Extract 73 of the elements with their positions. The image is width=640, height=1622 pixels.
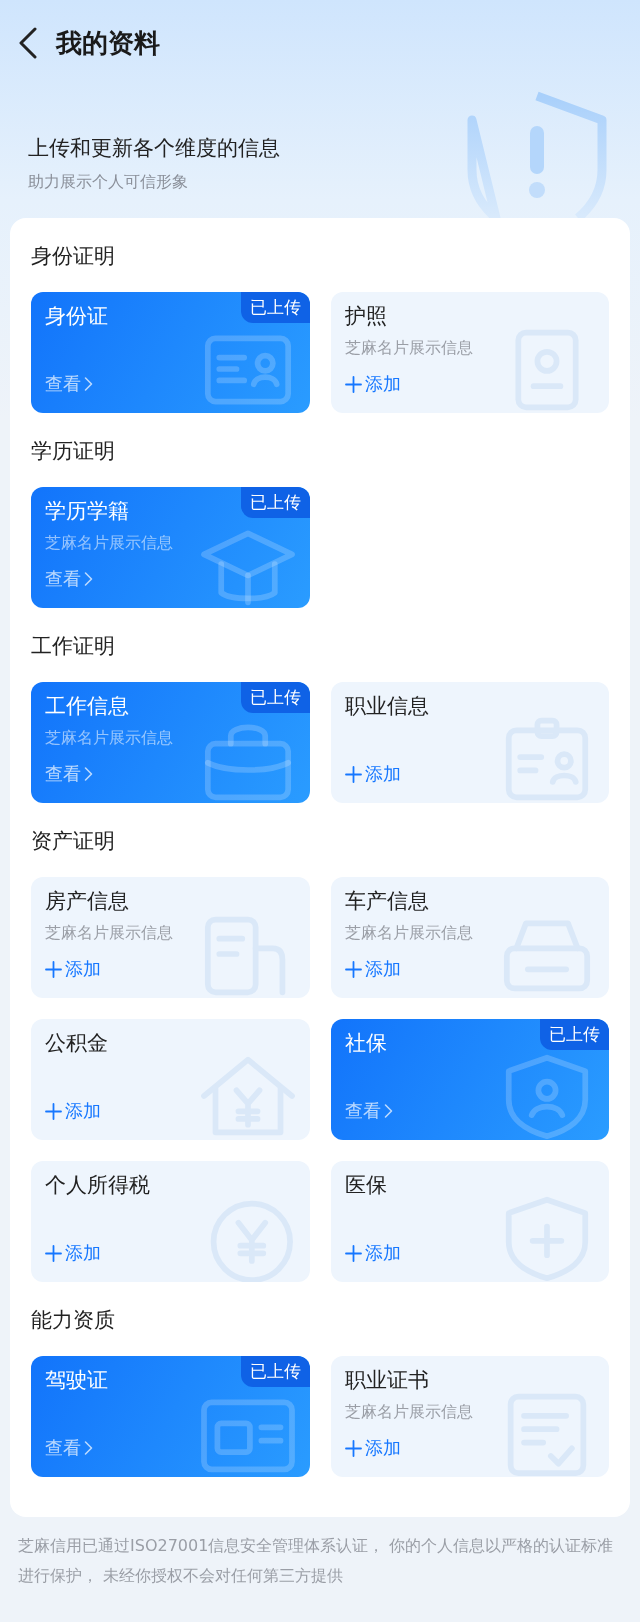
uploaded-badge: 已上传 xyxy=(240,487,310,518)
add-link[interactable]: 添加 xyxy=(45,1099,101,1123)
card-title: 护照 xyxy=(344,303,387,330)
section-title: 资产证明 xyxy=(31,828,116,855)
plus-icon xyxy=(344,1439,362,1457)
plus-icon xyxy=(344,1244,362,1262)
view-link[interactable]: 查看 xyxy=(45,762,93,786)
card-title: 工作信息 xyxy=(45,693,129,720)
document-card[interactable]: 护照 芝麻名片展示信息 添加 xyxy=(330,292,609,413)
chevron-right-icon xyxy=(383,1103,393,1119)
card-title: 学历学籍 xyxy=(45,498,129,525)
add-link[interactable]: 添加 xyxy=(344,372,401,396)
card-subtitle: 芝麻名片展示信息 xyxy=(45,922,173,944)
section-title: 学历证明 xyxy=(31,438,116,465)
plus-icon xyxy=(344,765,362,783)
card-title: 个人所得税 xyxy=(45,1172,150,1199)
document-card[interactable]: 医保 添加 xyxy=(330,1161,609,1282)
document-card[interactable]: 身份证 已上传 查看 xyxy=(31,292,310,413)
document-card[interactable]: 职业信息 添加 xyxy=(330,682,609,803)
document-card[interactable]: 工作信息 芝麻名片展示信息 已上传 查看 xyxy=(31,682,310,803)
card-subtitle: 芝麻名片展示信息 xyxy=(344,1401,473,1423)
card-title: 车产信息 xyxy=(344,888,429,915)
add-link[interactable]: 添加 xyxy=(45,957,101,981)
section-title: 身份证明 xyxy=(31,243,116,270)
plus-icon xyxy=(45,1244,62,1262)
uploaded-badge: 已上传 xyxy=(240,682,310,713)
document-card[interactable]: 公积金 添加 xyxy=(31,1019,310,1140)
chevron-right-icon xyxy=(84,571,93,587)
add-link[interactable]: 添加 xyxy=(344,762,401,786)
plus-icon xyxy=(344,960,362,978)
card-title: 身份证 xyxy=(45,303,108,330)
uploaded-badge: 已上传 xyxy=(240,292,310,323)
card-title: 驾驶证 xyxy=(45,1367,108,1394)
plus-icon xyxy=(45,960,62,978)
back-icon[interactable] xyxy=(18,27,38,59)
add-link[interactable]: 添加 xyxy=(344,1241,401,1265)
uploaded-badge: 已上传 xyxy=(540,1019,609,1050)
security-notice: 芝麻信用已通过ISO27001信息安全管理体系认证， 你的个人信息以严格的认证标准进行保护， 未经你授权不会对任何第三方提供 xyxy=(17,1535,615,1587)
document-card[interactable]: 职业证书 芝麻名片展示信息 添加 xyxy=(330,1356,609,1477)
card-subtitle: 芝麻名片展示信息 xyxy=(45,727,173,749)
card-subtitle: 芝麻名片展示信息 xyxy=(344,922,473,944)
hero-subtitle: 助力展示个人可信形象 xyxy=(28,171,189,193)
view-link[interactable]: 查看 xyxy=(45,1436,93,1460)
chevron-right-icon xyxy=(84,1440,93,1456)
card-title: 医保 xyxy=(344,1172,387,1199)
add-link[interactable]: 添加 xyxy=(344,1436,401,1460)
plus-icon xyxy=(45,1102,62,1120)
view-link[interactable]: 查看 xyxy=(45,567,93,591)
page-title: 我的资料 xyxy=(56,26,160,60)
document-card[interactable]: 学历学籍 芝麻名片展示信息 已上传 查看 xyxy=(31,487,310,608)
view-link[interactable]: 查看 xyxy=(344,1099,393,1123)
uploaded-badge: 已上传 xyxy=(240,1356,310,1387)
card-title: 公积金 xyxy=(45,1030,108,1057)
section-title: 工作证明 xyxy=(31,633,116,660)
hero-title: 上传和更新各个维度的信息 xyxy=(28,134,280,162)
card-title: 房产信息 xyxy=(45,888,129,915)
chevron-right-icon xyxy=(84,766,93,782)
card-title: 社保 xyxy=(344,1030,387,1057)
document-card[interactable]: 车产信息 芝麻名片展示信息 添加 xyxy=(330,877,609,998)
view-link[interactable]: 查看 xyxy=(45,372,93,396)
chevron-right-icon xyxy=(84,376,93,392)
card-title: 职业信息 xyxy=(344,693,429,720)
card-subtitle: 芝麻名片展示信息 xyxy=(344,337,473,359)
document-card[interactable]: 驾驶证 已上传 查看 xyxy=(31,1356,310,1477)
document-card[interactable]: 社保 已上传 查看 xyxy=(330,1019,609,1140)
add-link[interactable]: 添加 xyxy=(45,1241,101,1265)
card-subtitle: 芝麻名片展示信息 xyxy=(45,532,173,554)
document-card[interactable]: 房产信息 芝麻名片展示信息 添加 xyxy=(31,877,310,998)
document-card[interactable]: 个人所得税 添加 xyxy=(31,1161,310,1282)
add-link[interactable]: 添加 xyxy=(344,957,401,981)
card-title: 职业证书 xyxy=(344,1367,429,1394)
section-title: 能力资质 xyxy=(31,1307,116,1334)
plus-icon xyxy=(344,375,362,393)
